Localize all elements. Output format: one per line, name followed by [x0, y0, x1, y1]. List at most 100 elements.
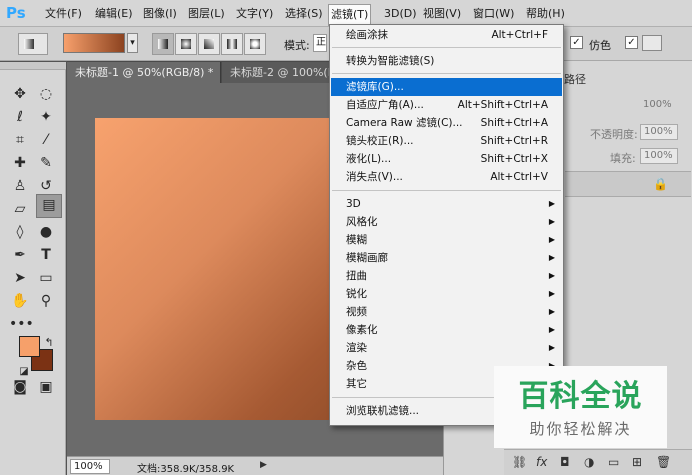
menu-file[interactable]: 文件(F)	[43, 5, 84, 23]
fill-field[interactable]: 100%	[640, 148, 678, 164]
tab-document-2[interactable]: 未标题-2 @ 100%(R	[222, 62, 342, 83]
radial-gradient-button[interactable]	[175, 33, 197, 55]
more-tools-icon[interactable]: •••	[9, 314, 34, 334]
menu-item-blur-gallery[interactable]: 模糊画廊 ▶	[331, 249, 562, 267]
screen-mode-icon[interactable]: ▣	[35, 377, 57, 397]
menu-item-filter-gallery[interactable]: 滤镜库(G)...	[331, 78, 562, 96]
adjustment-layer-icon[interactable]: ◑	[584, 455, 594, 469]
tab-paths[interactable]: 路径	[564, 71, 586, 87]
menu-item-vanishing-point[interactable]: 消失点(V)... Alt+Ctrl+V	[331, 168, 562, 186]
menu-separator	[332, 190, 561, 191]
eyedropper-icon[interactable]: ⁄	[35, 130, 57, 150]
hand-tool-icon[interactable]: ✋	[9, 291, 31, 311]
tool-preset-picker[interactable]	[18, 33, 48, 55]
menu-type[interactable]: 文字(Y)	[234, 5, 275, 23]
menu-help[interactable]: 帮助(H)	[524, 5, 567, 23]
gradient-dropdown-arrow[interactable]: ▾	[127, 33, 138, 53]
menu-item-convert-smart-filters[interactable]: 转换为智能滤镜(S)	[331, 52, 562, 70]
menu-item-sharpen[interactable]: 锐化 ▶	[331, 285, 562, 303]
opacity-field[interactable]: 100%	[640, 124, 678, 140]
tab-document-1[interactable]: 未标题-1 @ 50%(RGB/8) * ×	[67, 62, 221, 83]
tools-panel: ✥ ◌ ℓ ✦ ⌗ ⁄ ✚ ✎ ♙ ↺ ▱ ▤ ◊ ● ✒ T ➤ ▭ ✋ ⚲ …	[0, 70, 66, 475]
angle-gradient-icon	[204, 39, 214, 49]
menu-item-blur[interactable]: 模糊 ▶	[331, 231, 562, 249]
gradient-editor-swatch[interactable]	[63, 33, 125, 53]
new-layer-icon[interactable]: ⊞	[632, 455, 642, 469]
menu-item-lens-correction[interactable]: 镜头校正(R)... Shift+Ctrl+R	[331, 132, 562, 150]
angle-gradient-button[interactable]	[198, 33, 220, 55]
transparency-checkbox[interactable]: ✓	[625, 36, 638, 49]
path-selection-icon[interactable]: ➤	[9, 268, 31, 288]
radial-gradient-icon	[181, 39, 191, 49]
submenu-arrow-icon: ▶	[548, 235, 555, 244]
menu-edit[interactable]: 编辑(E)	[93, 5, 135, 23]
menu-item-stylize[interactable]: 风格化 ▶	[331, 213, 562, 231]
mode-select[interactable]: 正	[313, 34, 327, 52]
crop-tool-icon[interactable]: ⌗	[9, 130, 31, 150]
quick-mask-icon[interactable]: ◙	[9, 377, 31, 397]
pen-tool-icon[interactable]: ✒	[9, 245, 31, 265]
lasso-tool-icon[interactable]: ℓ	[9, 107, 31, 127]
delete-layer-icon[interactable]: 🗑	[656, 455, 671, 469]
new-group-icon[interactable]: ▭	[608, 455, 619, 469]
layers-panel-footer: ⛓ fx ◘ ◑ ▭ ⊞ 🗑	[504, 449, 692, 475]
tab-label: 未标题-2 @ 100%(R	[230, 66, 336, 79]
linear-gradient-button[interactable]	[152, 33, 174, 55]
blur-tool-icon[interactable]: ◊	[9, 222, 31, 242]
submenu-arrow-icon: ▶	[548, 199, 555, 208]
menu-item-adaptive-wide-angle[interactable]: 自适应广角(A)... Alt+Shift+Ctrl+A	[331, 96, 562, 114]
menu-filter[interactable]: 滤镜(T)	[328, 4, 372, 26]
rectangle-tool-icon[interactable]: ▭	[35, 268, 57, 288]
dodge-tool-icon[interactable]: ●	[35, 222, 57, 242]
menu-view[interactable]: 视图(V)	[421, 5, 463, 23]
menu-item-liquify[interactable]: 液化(L)... Shift+Ctrl+X	[331, 150, 562, 168]
menu-item-video[interactable]: 视频 ▶	[331, 303, 562, 321]
menu-item-render[interactable]: 渲染 ▶	[331, 339, 562, 357]
marquee-tool-icon[interactable]: ◌	[35, 84, 57, 104]
menu-3d[interactable]: 3D(D)	[382, 5, 419, 23]
lock-icon: 🔒	[653, 177, 668, 191]
layer-row[interactable]: 🔒	[565, 171, 691, 197]
menu-item-distort[interactable]: 扭曲 ▶	[331, 267, 562, 285]
zoom-tool-icon[interactable]: ⚲	[35, 291, 57, 311]
transparency-icon	[642, 35, 662, 51]
eraser-icon[interactable]: ▱	[9, 199, 31, 219]
healing-brush-icon[interactable]: ✚	[9, 153, 31, 173]
move-tool-icon[interactable]: ✥	[9, 84, 31, 104]
menu-layer[interactable]: 图层(L)	[186, 5, 227, 23]
gradient-tool-icon[interactable]: ▤	[36, 194, 62, 218]
link-layers-icon[interactable]: ⛓	[512, 455, 527, 469]
submenu-arrow-icon: ▶	[548, 271, 555, 280]
gradient-preset-icon	[24, 39, 34, 49]
history-brush-icon[interactable]: ↺	[35, 176, 57, 196]
photoshop-window: Ps 文件(F) 编辑(E) 图像(I) 图层(L) 文字(Y) 选择(S) 滤…	[0, 0, 692, 475]
opacity-label: 不透明度:	[590, 128, 638, 141]
submenu-arrow-icon: ▶	[548, 325, 555, 334]
status-menu-arrow-icon[interactable]: ▶	[260, 460, 267, 470]
menu-item-pixelate[interactable]: 像素化 ▶	[331, 321, 562, 339]
menu-window[interactable]: 窗口(W)	[471, 5, 516, 23]
reflected-gradient-button[interactable]	[221, 33, 243, 55]
diamond-gradient-button[interactable]	[244, 33, 266, 55]
clone-stamp-icon[interactable]: ♙	[9, 176, 31, 196]
menu-item-3d[interactable]: 3D ▶	[331, 195, 562, 213]
toolbar-grip[interactable]	[0, 62, 66, 70]
menu-item-paint-daubs[interactable]: 绘画涂抹 Alt+Ctrl+F	[331, 26, 562, 44]
add-mask-icon[interactable]: ◘	[560, 455, 570, 469]
menu-item-camera-raw[interactable]: Camera Raw 滤镜(C)... Shift+Ctrl+A	[331, 114, 562, 132]
dither-checkbox[interactable]: ✓	[570, 36, 583, 49]
menu-select[interactable]: 选择(S)	[283, 5, 325, 23]
submenu-arrow-icon: ▶	[548, 253, 555, 262]
type-tool-icon[interactable]: T	[35, 245, 57, 265]
foreground-color-swatch[interactable]	[19, 336, 40, 357]
document-canvas[interactable]	[95, 118, 331, 420]
menu-image[interactable]: 图像(I)	[141, 5, 179, 23]
fill-label: 填充:	[610, 152, 636, 165]
menu-separator	[332, 47, 561, 48]
submenu-arrow-icon: ▶	[548, 289, 555, 298]
fx-icon[interactable]: fx	[536, 455, 547, 469]
brush-tool-icon[interactable]: ✎	[35, 153, 57, 173]
submenu-arrow-icon: ▶	[548, 217, 555, 226]
zoom-level-field[interactable]: 100%	[70, 459, 110, 474]
magic-wand-icon[interactable]: ✦	[35, 107, 57, 127]
